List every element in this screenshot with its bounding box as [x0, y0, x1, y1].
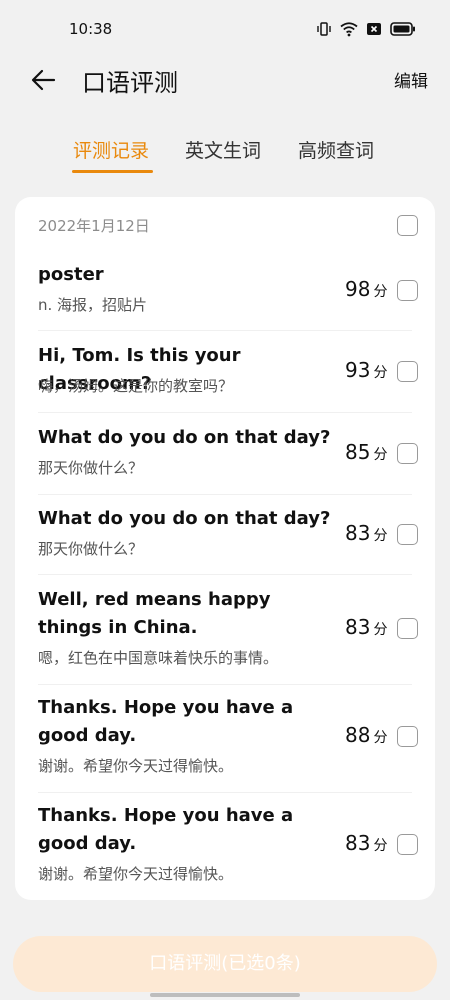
record-english: Well, red means happy things in China. — [38, 589, 271, 638]
page-title: 口语评测 — [82, 69, 178, 97]
record-chinese: 那天你做什么？ — [38, 459, 144, 477]
record-item[interactable]: Thanks. Hope you have a good day. 谢谢。希望你… — [15, 685, 435, 793]
record-chinese: 谢谢。希望你今天过得愉快。 — [38, 865, 234, 883]
record-score: 83 分 — [345, 615, 387, 639]
record-chinese: 那天你做什么？ — [38, 540, 144, 558]
record-english: Thanks. Hope you have a good day. — [38, 697, 294, 746]
score-value: 85 — [345, 440, 371, 464]
battery-icon — [390, 22, 415, 36]
record-chinese: 嗨，汤姆。这是你的教室吗？ — [38, 377, 234, 395]
record-checkbox[interactable] — [397, 834, 418, 855]
sim-icon — [367, 23, 381, 35]
record-score: 83 分 — [345, 521, 387, 545]
record-score: 93 分 — [345, 358, 387, 382]
record-item[interactable]: Well, red means happy things in China. 嗯… — [15, 575, 435, 685]
record-score: 88 分 — [345, 723, 387, 747]
records-card: 2022年1月12日 poster n. 海报，招贴片 98 分 Hi, Tom.… — [15, 197, 435, 900]
record-chinese: 嗯，红色在中国意味着快乐的事情。 — [38, 649, 279, 667]
record-score: 85 分 — [345, 440, 387, 464]
score-value: 83 — [345, 831, 371, 855]
edit-button[interactable]: 编辑 — [394, 67, 428, 92]
record-item[interactable]: What do you do on that day? 那天你做什么？ 85 分 — [15, 413, 435, 495]
tab-frequent-lookups[interactable]: 高频查词 — [298, 136, 374, 163]
status-time: 10:38 — [69, 20, 113, 38]
record-english: Thanks. Hope you have a good day. — [38, 805, 294, 854]
record-item[interactable]: Thanks. Hope you have a good day. 谢谢。希望你… — [15, 793, 435, 900]
record-item[interactable]: What do you do on that day? 那天你做什么？ 83 分 — [15, 495, 435, 575]
tab-new-words[interactable]: 英文生词 — [185, 136, 261, 163]
score-unit: 分 — [373, 838, 388, 854]
score-value: 83 — [345, 521, 371, 545]
score-unit: 分 — [373, 528, 388, 544]
status-icons — [316, 20, 416, 38]
score-unit: 分 — [373, 365, 388, 381]
record-chinese: 谢谢。希望你今天过得愉快。 — [38, 757, 234, 775]
vibrate-icon — [317, 22, 331, 36]
header: 口语评测 编辑 — [0, 58, 450, 104]
record-checkbox[interactable] — [397, 280, 418, 301]
record-english: What do you do on that day? — [38, 427, 331, 448]
group-date: 2022年1月12日 — [38, 217, 150, 235]
record-checkbox[interactable] — [397, 443, 418, 464]
record-chinese: n. 海报，招贴片 — [38, 296, 148, 314]
record-item[interactable]: poster n. 海报，招贴片 98 分 — [15, 253, 435, 331]
score-value: 83 — [345, 615, 371, 639]
score-unit: 分 — [373, 284, 388, 300]
score-value: 98 — [345, 277, 371, 301]
score-unit: 分 — [373, 622, 388, 638]
score-value: 88 — [345, 723, 371, 747]
record-checkbox[interactable] — [397, 726, 418, 747]
score-unit: 分 — [373, 447, 388, 463]
status-bar: 10:38 — [0, 0, 450, 58]
back-arrow-icon[interactable] — [30, 66, 58, 94]
record-checkbox[interactable] — [397, 524, 418, 545]
tab-bar: 评测记录 英文生词 高频查词 — [0, 136, 450, 176]
record-english: poster — [38, 264, 104, 285]
record-score: 83 分 — [345, 831, 387, 855]
wifi-icon — [340, 22, 358, 37]
record-score: 98 分 — [345, 277, 387, 301]
record-checkbox[interactable] — [397, 618, 418, 639]
active-tab-indicator — [72, 170, 153, 173]
record-english: What do you do on that day? — [38, 508, 331, 529]
record-checkbox[interactable] — [397, 361, 418, 382]
score-unit: 分 — [373, 730, 388, 746]
evaluate-selected-button[interactable]: 口语评测(已选0条) — [13, 936, 437, 992]
home-indicator[interactable] — [150, 993, 300, 997]
select-all-checkbox[interactable] — [397, 215, 418, 236]
record-item[interactable]: Hi, Tom. Is this your classroom? 嗨，汤姆。这是… — [15, 331, 435, 413]
score-value: 93 — [345, 358, 371, 382]
date-group-header: 2022年1月12日 — [15, 197, 435, 253]
tab-records[interactable]: 评测记录 — [73, 136, 149, 163]
